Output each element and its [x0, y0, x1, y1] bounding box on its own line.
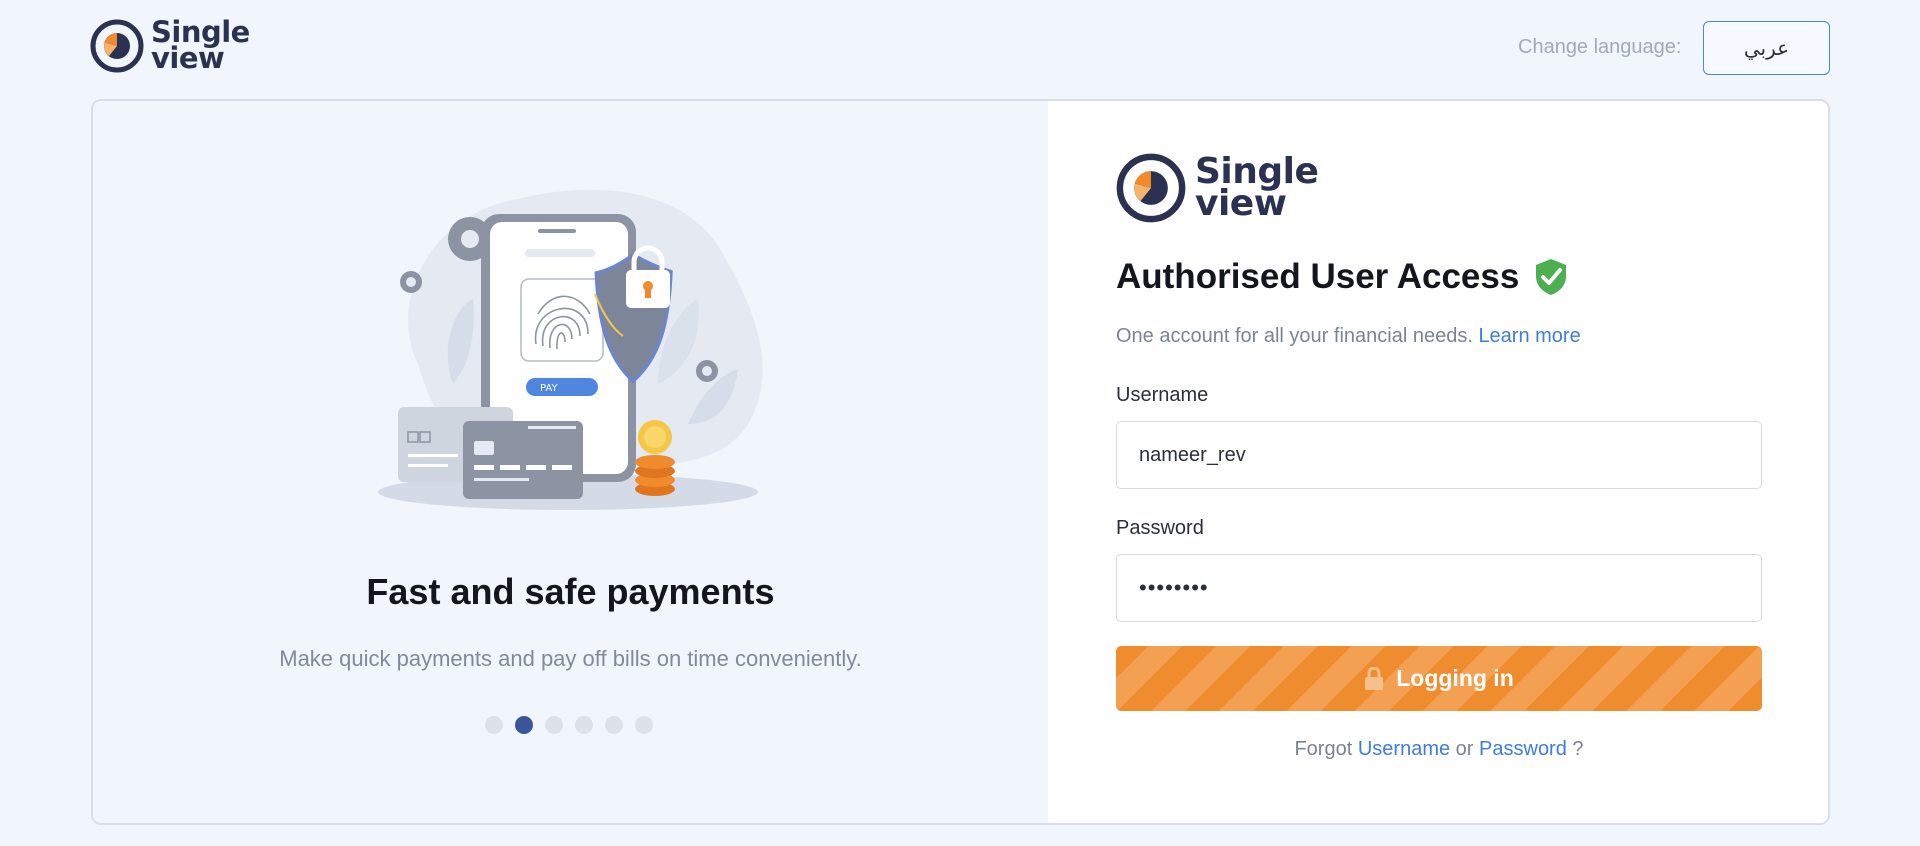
top-bar: Single view Change language: عربي [0, 0, 1920, 96]
username-label: Username [1116, 384, 1209, 406]
page-title: Authorised User Access [1116, 257, 1569, 297]
tagline: One account for all your financial needs… [1116, 325, 1581, 348]
slide-description: Make quick payments and pay off bills on… [279, 646, 862, 671]
forgot-username-link[interactable]: Username [1358, 738, 1450, 760]
carousel-dot-4[interactable] [575, 716, 593, 734]
singleview-logo-large: Single view [1116, 151, 1319, 224]
carousel-pagination [485, 716, 653, 734]
carousel-dot-6[interactable] [635, 716, 653, 734]
carousel-dot-3[interactable] [545, 716, 563, 734]
login-card: PAY Fast and safe payments Make quick pa… [91, 99, 1830, 825]
tagline-text: One account for all your financial needs… [1116, 325, 1473, 347]
forgot-or: or [1455, 738, 1474, 760]
slide-title: Fast and safe payments [366, 571, 775, 612]
login-button[interactable]: Logging in [1116, 646, 1762, 711]
singleview-logo-icon [1116, 153, 1186, 223]
login-form-panel: Single view Authorised User Access One a… [1048, 101, 1828, 823]
page-title-text: Authorised User Access [1116, 257, 1520, 296]
logo-text: Single view [1195, 151, 1319, 224]
forgot-suffix: ? [1572, 738, 1584, 760]
payment-security-illustration: PAY [378, 189, 763, 510]
carousel-dot-2[interactable] [515, 716, 533, 734]
feature-carousel: PAY Fast and safe payments Make quick pa… [93, 101, 1048, 823]
carousel-dot-1[interactable] [485, 716, 503, 734]
forgot-prefix: Forgot [1294, 738, 1353, 760]
shield-check-icon [1536, 259, 1567, 295]
singleview-logo[interactable]: Single view [90, 15, 250, 75]
language-arabic-button[interactable]: عربي [1703, 21, 1830, 75]
change-language-label: Change language: [1518, 36, 1682, 58]
singleview-logo-icon [90, 19, 144, 73]
forgot-credentials: Forgot Username or Password ? [1048, 738, 1828, 761]
login-button-label: Logging in [1396, 665, 1514, 691]
pay-button-label: PAY [540, 383, 558, 394]
forgot-password-link[interactable]: Password [1479, 738, 1567, 760]
carousel-dot-5[interactable] [605, 716, 623, 734]
password-input[interactable]: •••••••• [1116, 554, 1762, 622]
learn-more-link[interactable]: Learn more [1478, 325, 1580, 347]
lock-icon [1365, 666, 1384, 690]
username-input[interactable]: nameer_rev [1116, 421, 1762, 489]
logo-text: Single view [151, 15, 250, 75]
password-label: Password [1116, 517, 1204, 539]
